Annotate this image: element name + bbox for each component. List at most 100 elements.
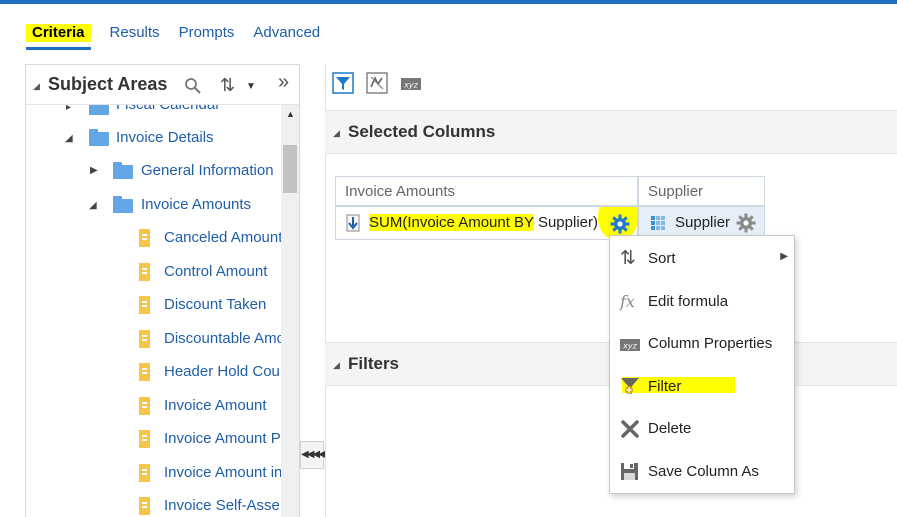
collapse-triangle-icon[interactable]: ◢ bbox=[89, 200, 97, 211]
tree-item-label: General Information bbox=[141, 162, 274, 179]
xyz-icon: xyz bbox=[620, 339, 640, 351]
collapse-triangle-icon[interactable]: ◢ bbox=[65, 133, 73, 144]
tab-results[interactable]: Results bbox=[110, 18, 160, 50]
tree-column-item[interactable]: Discountable Amc bbox=[26, 328, 281, 352]
column-context-menu: ⇅ Sort ▶ fx Edit formula xyz Column Prop… bbox=[609, 235, 795, 494]
menu-item-column-properties[interactable]: xyz Column Properties bbox=[610, 323, 794, 363]
selected-columns-title: Selected Columns bbox=[348, 122, 496, 141]
tree-item-label: Invoice Amount in bbox=[164, 464, 281, 481]
menu-item-label: Edit formula bbox=[648, 293, 729, 310]
column-header-label: Invoice Amounts bbox=[345, 183, 456, 200]
xyz-properties-icon[interactable]: xyz bbox=[400, 72, 422, 94]
expand-triangle-icon[interactable]: ▶ bbox=[90, 165, 98, 176]
tree-column-item[interactable]: Discount Taken bbox=[26, 294, 281, 318]
folder-icon bbox=[89, 129, 109, 146]
folder-icon bbox=[89, 105, 109, 115]
chevron-down-icon[interactable]: ▼ bbox=[246, 81, 256, 92]
menu-item-label: Delete bbox=[648, 420, 692, 437]
sort-icon[interactable]: ⇅ bbox=[220, 75, 235, 96]
subject-areas-header: ◢ Subject Areas ⇅ ▼ » bbox=[26, 65, 299, 105]
column-icon bbox=[139, 363, 150, 381]
subject-areas-title: Subject Areas bbox=[48, 74, 168, 94]
column-icon bbox=[139, 430, 150, 448]
column-icon bbox=[139, 464, 150, 482]
column-cell-label: Supplier bbox=[675, 214, 731, 231]
tree-item-label: Canceled Amount bbox=[164, 229, 281, 246]
menu-item-save-column-as[interactable]: Save Column As bbox=[610, 451, 794, 491]
remove-all-icon[interactable] bbox=[366, 72, 388, 94]
tree-item-label: Invoice Amount P bbox=[164, 430, 281, 447]
attribute-column-icon bbox=[651, 216, 665, 230]
filter-add-icon bbox=[621, 378, 639, 394]
tree-item-label: Invoice Amount bbox=[164, 397, 267, 414]
subject-areas-tree: ▸ Fiscal Calendar ◢ Invoice Details ▶ Ge… bbox=[26, 105, 281, 517]
tab-criteria[interactable]: Criteria bbox=[26, 18, 91, 50]
panel-splitter-handle[interactable]: ◀◀◀◀ bbox=[300, 441, 326, 469]
collapse-triangle-icon[interactable]: ◢ bbox=[333, 128, 340, 139]
tree-item-label: Discountable Amc bbox=[164, 330, 281, 347]
menu-item-label: Filter bbox=[648, 378, 682, 395]
double-chevron-right-icon[interactable]: » bbox=[278, 71, 289, 94]
tab-results-label: Results bbox=[109, 24, 160, 41]
column-header-label: Supplier bbox=[648, 183, 704, 200]
tree-item-label: Control Amount bbox=[164, 263, 268, 280]
fx-icon: fx bbox=[620, 292, 635, 311]
sort-icon: ⇅ bbox=[620, 248, 636, 269]
tab-advanced-label: Advanced bbox=[253, 24, 321, 41]
selected-columns-section: ◢ Selected Columns bbox=[325, 110, 897, 154]
scroll-up-arrow-icon[interactable]: ▲ bbox=[286, 109, 295, 119]
menu-item-edit-formula[interactable]: fx Edit formula bbox=[610, 281, 794, 321]
column-icon bbox=[139, 330, 150, 348]
tree-item-label: Invoice Self-Asse bbox=[164, 497, 280, 514]
tab-advanced[interactable]: Advanced bbox=[253, 18, 320, 50]
menu-item-sort[interactable]: ⇅ Sort ▶ bbox=[610, 238, 794, 278]
menu-item-label: Save Column As bbox=[648, 463, 759, 480]
tree-column-item[interactable]: Control Amount bbox=[26, 261, 281, 285]
column-icon bbox=[139, 229, 150, 247]
column-icon bbox=[139, 296, 150, 314]
filter-icon[interactable] bbox=[332, 72, 354, 94]
save-icon bbox=[621, 463, 638, 480]
tree-item-label: Invoice Amounts bbox=[141, 196, 252, 213]
search-icon[interactable] bbox=[184, 77, 202, 95]
column-formula-highlight: SUM(Invoice Amount BY bbox=[369, 214, 534, 231]
column-header-invoice-amounts[interactable]: Invoice Amounts bbox=[335, 176, 638, 206]
tree-column-item[interactable]: Invoice Amount P bbox=[26, 428, 281, 452]
tree-item-label: Invoice Details bbox=[116, 129, 214, 146]
selected-columns-grid: Invoice Amounts Supplier SUM(Invoice Amo… bbox=[335, 176, 765, 240]
folder-icon bbox=[113, 196, 133, 213]
column-formula-rest: Supplier) bbox=[533, 214, 598, 231]
menu-item-filter[interactable]: Filter bbox=[610, 366, 794, 406]
tab-bar: Criteria Results Prompts Advanced bbox=[26, 18, 339, 50]
gear-icon[interactable] bbox=[610, 214, 630, 234]
tree-item-label: Discount Taken bbox=[164, 296, 267, 313]
tree-item-label: Fiscal Calendar bbox=[116, 105, 220, 113]
tree-column-item[interactable]: Canceled Amount bbox=[26, 227, 281, 251]
expand-triangle-icon[interactable]: ▸ bbox=[66, 105, 71, 113]
submenu-arrow-icon: ▶ bbox=[780, 251, 788, 262]
collapse-triangle-icon[interactable]: ◢ bbox=[333, 360, 340, 371]
tree-column-item[interactable]: Invoice Self-Asse bbox=[26, 495, 281, 517]
tree-column-item[interactable]: Invoice Amount in bbox=[26, 462, 281, 486]
tree-scrollbar[interactable]: ▲ bbox=[281, 105, 299, 517]
tree-item-label: Header Hold Cou bbox=[164, 363, 280, 380]
column-icon bbox=[139, 497, 150, 515]
tab-prompts[interactable]: Prompts bbox=[179, 18, 235, 50]
filters-title: Filters bbox=[348, 354, 400, 373]
tree-column-item[interactable]: Invoice Amount bbox=[26, 395, 281, 419]
menu-item-delete[interactable]: Delete bbox=[610, 408, 794, 448]
column-icon bbox=[139, 397, 150, 415]
tree-column-item[interactable]: Header Hold Cou bbox=[26, 361, 281, 385]
menu-item-label: Sort bbox=[648, 250, 676, 267]
svg-text:xyz: xyz bbox=[622, 342, 637, 351]
svg-text:xyz: xyz bbox=[403, 81, 418, 90]
tab-criteria-label: Criteria bbox=[26, 24, 91, 42]
collapse-triangle-icon[interactable]: ◢ bbox=[33, 81, 40, 92]
gear-icon[interactable] bbox=[736, 213, 756, 233]
subject-areas-panel: ◢ Subject Areas ⇅ ▼ » ▸ Fiscal Calendar … bbox=[25, 64, 300, 517]
column-header-supplier[interactable]: Supplier bbox=[638, 176, 765, 206]
column-cell-sum-invoice[interactable]: SUM(Invoice Amount BY Supplier) bbox=[335, 206, 638, 240]
tab-prompts-label: Prompts bbox=[178, 24, 235, 41]
measure-column-icon bbox=[346, 214, 360, 232]
scroll-thumb[interactable] bbox=[283, 145, 297, 193]
